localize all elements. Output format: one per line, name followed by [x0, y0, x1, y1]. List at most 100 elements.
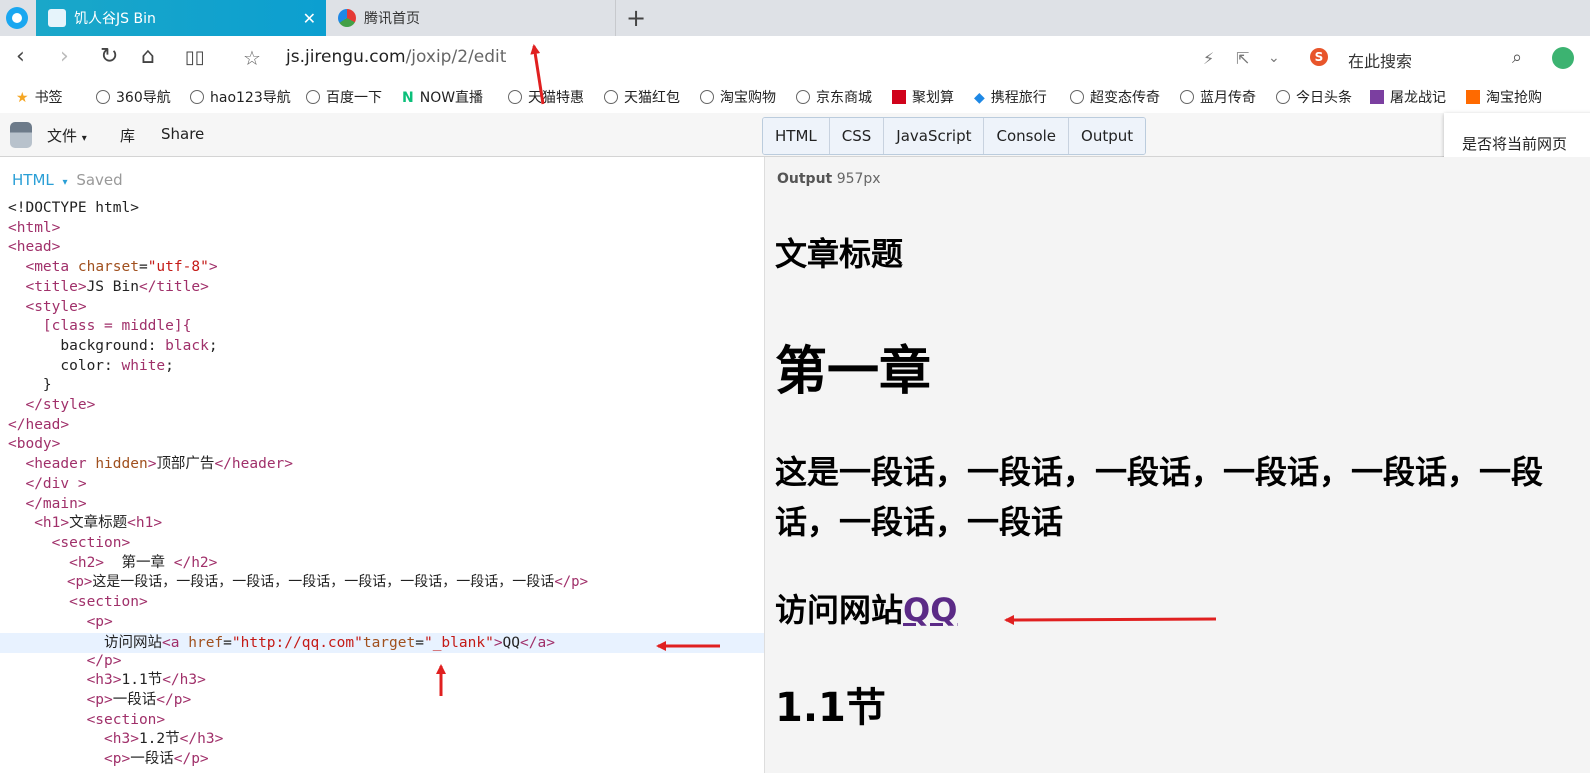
- bookmark-item[interactable]: 淘宝抢购: [1466, 87, 1542, 107]
- css-value: white: [121, 358, 166, 374]
- star-icon: ★: [16, 90, 29, 106]
- url-path: /joxip/2/edit: [405, 47, 507, 67]
- jsbin-logo-icon[interactable]: [10, 122, 32, 148]
- bookmark-label: 超变态传奇: [1090, 90, 1160, 106]
- code-text: 这是一段话，一段话，一段话，一段话，一段话，一段话，一段话，一段话: [92, 574, 555, 590]
- star-icon[interactable]: ☆: [243, 46, 261, 70]
- code-line: </p>: [86, 653, 122, 669]
- code-line: <section>: [51, 535, 131, 551]
- bookmark-item[interactable]: 京东商城: [796, 87, 872, 107]
- search-icon[interactable]: ⌕: [1512, 47, 1522, 68]
- code-string: "http://qq.com": [231, 635, 363, 651]
- code-line: <section>: [69, 594, 148, 610]
- bookmark-item[interactable]: 聚划算: [892, 87, 954, 107]
- code-line: <!DOCTYPE html>: [8, 200, 139, 216]
- home-icon[interactable]: ⌂: [141, 44, 155, 69]
- css-property: color:: [60, 358, 122, 374]
- back-icon[interactable]: ‹: [16, 44, 25, 69]
- file-menu[interactable]: 文件 ▾: [47, 125, 87, 146]
- tab-jsbin[interactable]: 饥人谷JS Bin ✕: [36, 0, 326, 36]
- code-line: <body>: [8, 436, 61, 452]
- chevron-down-icon[interactable]: ▾: [63, 177, 68, 188]
- bookmark-label: 360导航: [116, 90, 171, 106]
- bookmark-item[interactable]: 百度一下: [306, 87, 382, 107]
- css-property: background:: [60, 338, 166, 354]
- code-line: <p>一段话</p>: [104, 751, 209, 767]
- url-host: js.jirengu.com: [286, 47, 406, 67]
- share-icon[interactable]: ⇱: [1236, 49, 1249, 68]
- bookmark-label: 天猫红包: [624, 90, 680, 106]
- browser-logo-icon[interactable]: [6, 7, 28, 29]
- editor-header: HTML ▾ Saved: [12, 171, 123, 189]
- code-line: </div >: [25, 476, 87, 492]
- file-menu-label: 文件: [47, 127, 78, 145]
- chevron-down-icon: ▾: [81, 133, 87, 144]
- panel-console-button[interactable]: Console: [984, 118, 1070, 154]
- globe-icon: [1070, 90, 1084, 104]
- code-line: <h1>文章标题<h1>: [34, 515, 163, 531]
- bookmark-item[interactable]: ◆ 携程旅行: [974, 87, 1047, 107]
- bookmark-label: 蓝月传奇: [1200, 90, 1256, 106]
- bookmark-item[interactable]: 天猫特惠: [508, 87, 584, 107]
- bookmark-label: 淘宝抢购: [1486, 90, 1542, 106]
- bookmark-item[interactable]: ★ 书签: [16, 87, 63, 107]
- code-line: <section>: [86, 712, 166, 728]
- reader-icon[interactable]: ▯▯: [185, 47, 205, 68]
- bookmark-label: NOW直播: [419, 90, 484, 106]
- tab-tencent[interactable]: 腾讯首页: [326, 0, 616, 36]
- output-heading-2: 第一章: [775, 342, 932, 402]
- library-menu[interactable]: 库: [120, 125, 135, 146]
- bookmark-item[interactable]: 蓝月传奇: [1180, 87, 1256, 107]
- bookmark-item[interactable]: 天猫红包: [604, 87, 680, 107]
- code-line: color: white;: [60, 358, 174, 374]
- close-icon[interactable]: ✕: [303, 9, 316, 28]
- bookmark-item[interactable]: 360导航: [96, 87, 171, 107]
- chevron-down-icon[interactable]: ⌄: [1268, 50, 1280, 66]
- panel-javascript-button[interactable]: JavaScript: [884, 118, 985, 154]
- code-line: <h2> 第一章 </h2>: [69, 555, 218, 571]
- code-line: </style>: [25, 397, 96, 413]
- output-link-line: 访问网站QQ: [775, 585, 957, 631]
- tab-bar: 饥人谷JS Bin ✕ 腾讯首页 +: [0, 0, 1590, 36]
- editor-panel-label[interactable]: HTML: [12, 171, 54, 189]
- extension-icon[interactable]: [1552, 47, 1574, 69]
- bookmark-label: 天猫特惠: [528, 90, 584, 106]
- reload-icon[interactable]: ↻: [100, 44, 118, 69]
- code-line: [class = middle]{: [8, 316, 191, 336]
- sogou-search-icon[interactable]: S: [1310, 48, 1328, 66]
- bookmark-item[interactable]: hao123导航: [190, 87, 291, 107]
- code-line: <html>: [8, 220, 61, 236]
- html-editor-panel[interactable]: HTML ▾ Saved <!DOCTYPE html> <html> <hea…: [0, 157, 765, 773]
- code-line: background: black;: [60, 338, 218, 354]
- bookmark-label: 屠龙战记: [1390, 90, 1446, 106]
- code-line: 访问网站<a href="http://qq.com"target="_blan…: [104, 635, 555, 651]
- bookmark-item[interactable]: 今日头条: [1276, 87, 1352, 107]
- panel-output-button[interactable]: Output: [1069, 118, 1146, 154]
- code-text: 1.1节: [121, 672, 163, 688]
- code-string: "_blank": [423, 635, 494, 651]
- search-input[interactable]: 在此搜索: [1348, 48, 1412, 72]
- panel-css-button[interactable]: CSS: [829, 118, 885, 154]
- output-header: Output 957px: [777, 171, 881, 187]
- share-menu[interactable]: Share: [161, 125, 204, 143]
- code-text: QQ: [502, 635, 521, 651]
- forward-icon[interactable]: ›: [60, 44, 69, 69]
- panel-html-button[interactable]: HTML: [763, 118, 830, 154]
- code-line: <p>: [86, 614, 113, 630]
- new-tab-plus-icon[interactable]: +: [626, 4, 646, 32]
- bookmark-item[interactable]: 超变态传奇: [1070, 87, 1160, 107]
- globe-icon: [306, 90, 320, 104]
- bookmark-label: 百度一下: [326, 90, 382, 106]
- lightning-icon[interactable]: ⚡: [1203, 49, 1214, 68]
- output-heading-3: 1.1节: [775, 685, 886, 731]
- qq-link[interactable]: QQ: [903, 591, 957, 629]
- css-value: black: [165, 338, 209, 354]
- taobao-icon: [1466, 90, 1480, 104]
- bookmark-label: 淘宝购物: [720, 90, 776, 106]
- code-text: 顶部广告: [156, 456, 215, 472]
- address-bar[interactable]: js.jirengu.com/joxip/2/edit: [286, 47, 506, 67]
- output-link-prefix: 访问网站: [775, 591, 904, 629]
- bookmark-item[interactable]: N NOW直播: [402, 87, 483, 107]
- bookmark-item[interactable]: 屠龙战记: [1370, 87, 1446, 107]
- bookmark-item[interactable]: 淘宝购物: [700, 87, 776, 107]
